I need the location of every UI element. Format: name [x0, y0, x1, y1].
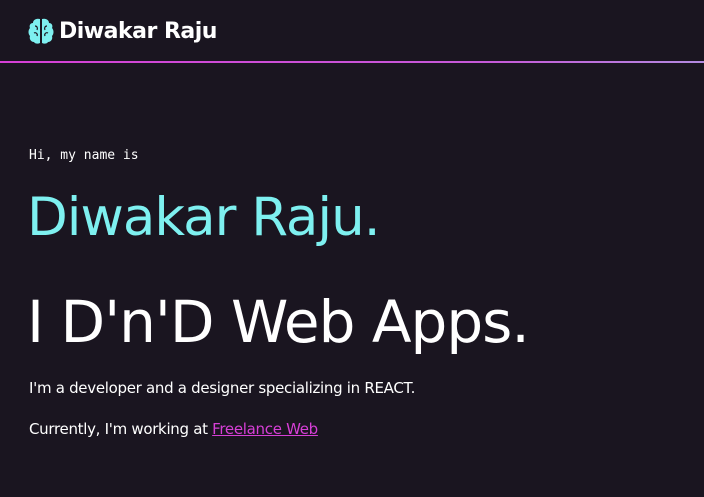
page: Diwakar Raju Hi, my name is Diwakar Raju… [0, 0, 704, 497]
header-divider [0, 61, 704, 63]
hero-description: I'm a developer and a designer specializ… [29, 379, 416, 397]
site-header: Diwakar Raju [0, 0, 704, 61]
hero-name: Diwakar Raju. [27, 187, 381, 248]
current-work: Currently, I'm working at Freelance Web [29, 420, 318, 438]
freelance-web-link[interactable]: Freelance Web [212, 420, 318, 438]
brand-link[interactable]: Diwakar Raju [28, 15, 217, 47]
hero-tagline: I D'n'D Web Apps. [27, 288, 530, 356]
brand-name: Diwakar Raju [59, 18, 217, 44]
greeting-text: Hi, my name is [29, 148, 139, 163]
brain-icon [28, 17, 54, 45]
current-work-prefix: Currently, I'm working at [29, 420, 213, 438]
